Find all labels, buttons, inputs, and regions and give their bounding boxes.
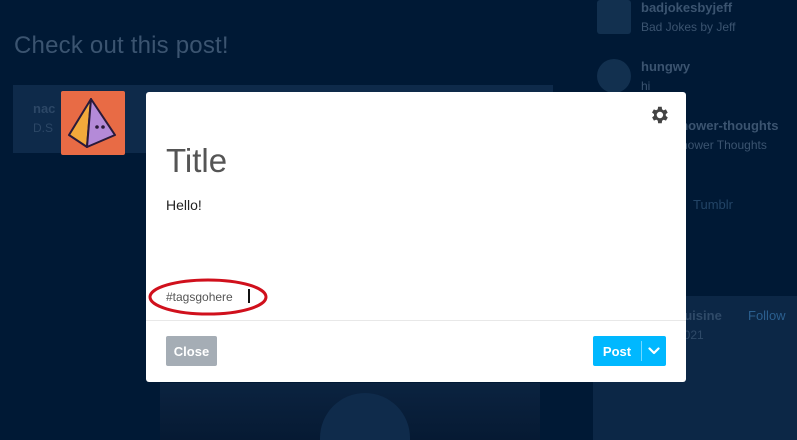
close-button[interactable]: Close: [166, 336, 217, 366]
sidebar-item-name: shower-thoughts: [673, 118, 779, 133]
sidebar-explore-link[interactable]: Tumblr: [693, 197, 733, 212]
blog-avatar[interactable]: [61, 91, 125, 155]
pyramid-avatar-icon: [68, 98, 116, 148]
sidebar-item-name: badjokesbyjeff: [641, 0, 733, 15]
post-button[interactable]: Post: [593, 336, 666, 366]
follow-link[interactable]: Follow: [748, 308, 786, 323]
tags-input[interactable]: #tagsgohere: [166, 290, 233, 304]
sidebar-item-subtitle: Bad Jokes by Jeff: [641, 20, 736, 34]
sidebar-item-badjokesbyjeff[interactable]: badjokesbyjeff Bad Jokes by Jeff: [593, 0, 797, 40]
post-card-username: nac: [33, 101, 56, 116]
page-heading: Check out this post!: [14, 32, 229, 59]
post-title-input[interactable]: Title: [166, 142, 227, 180]
sidebar-item-name: hungwy: [641, 59, 691, 74]
chevron-down-icon[interactable]: [642, 336, 666, 366]
text-cursor: [248, 289, 250, 303]
post-button-label: Post: [602, 343, 632, 359]
post-editor-modal: Title Hello! #tagsgohere Close Post: [146, 92, 686, 382]
avatar: [597, 59, 631, 93]
avatar: [597, 0, 631, 34]
post-body-editor[interactable]: Hello!: [166, 197, 202, 213]
gear-icon[interactable]: [648, 104, 670, 126]
background-post-image: [160, 383, 540, 440]
sidebar-item-subtitle: hi: [641, 79, 651, 93]
post-card-subtitle: D.S: [33, 121, 54, 135]
close-button-label: Close: [173, 343, 210, 359]
sidebar-item-subtitle: Shower Thoughts: [673, 138, 767, 152]
footer-divider: [146, 320, 686, 321]
